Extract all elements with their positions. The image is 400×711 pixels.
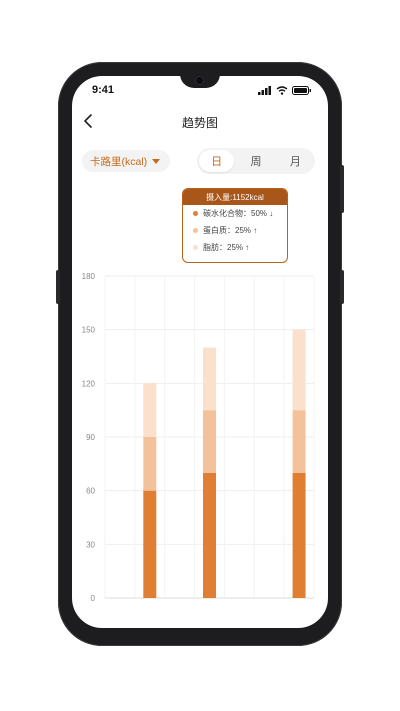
bar-segment (143, 383, 157, 437)
bar-segment (292, 410, 306, 473)
tab-day[interactable]: 日 (199, 150, 235, 172)
x-tick-label: 4 (118, 605, 123, 606)
tab-month[interactable]: 月 (278, 150, 313, 172)
volume-button (56, 270, 60, 304)
bar-segment (203, 472, 216, 598)
screen: 9:41 趋势图 卡路里(kcal) 日 周 月 摄入量:1152kcal 碳水… (72, 76, 328, 628)
x-tick-label: 6 (177, 605, 182, 606)
wifi-icon (276, 86, 288, 95)
y-tick-label: 30 (86, 540, 95, 549)
intake-tooltip: 摄入量:1152kcal 碳水化合物：50% ↓ 蛋白质：25% ↑ 脂肪：25… (182, 188, 288, 263)
power-button (340, 165, 344, 213)
range-tabs: 日 周 月 (197, 148, 315, 174)
tooltip-title: 摄入量:1152kcal (183, 189, 287, 205)
tab-week[interactable]: 周 (238, 150, 273, 172)
bar-segment (292, 472, 306, 598)
chevron-down-icon (152, 158, 161, 164)
x-tick-label: 8 (237, 605, 242, 606)
y-tick-label: 60 (86, 487, 95, 496)
tooltip-row-protein: 蛋白质：25% ↑ (183, 222, 287, 239)
tooltip-row-label: 蛋白质：25% ↑ (203, 226, 258, 235)
tooltip-row-fat: 脂肪：25% ↑ (183, 239, 287, 256)
y-tick-label: 180 (82, 272, 96, 281)
page-title: 趋势图 (181, 116, 218, 130)
bar-segment (203, 410, 216, 473)
y-tick-label: 90 (86, 433, 95, 442)
metric-dropdown[interactable]: 卡路里(kcal) (82, 150, 170, 172)
bar-segment (203, 347, 216, 411)
tooltip-row-carb: 碳水化合物：50% ↓ (183, 205, 287, 222)
nav-bar: 趋势图 (72, 112, 328, 134)
fat-dot-icon (193, 245, 198, 250)
x-tick-label: 7 (207, 605, 212, 606)
bar-segment (143, 490, 157, 598)
bar-segment (143, 437, 157, 491)
tooltip-row-label: 碳水化合物：50% ↓ (203, 209, 274, 218)
side-button (340, 270, 344, 304)
signal-icon (258, 86, 271, 95)
x-tick-label: 5 (147, 605, 152, 606)
tooltip-row-label: 脂肪：25% ↑ (203, 243, 250, 252)
metric-dropdown-label: 卡路里(kcal) (90, 155, 148, 168)
bar-segment (292, 329, 306, 411)
camera-icon (195, 76, 204, 85)
y-tick-label: 0 (91, 594, 96, 603)
y-tick-label: 120 (82, 379, 96, 388)
carb-dot-icon (193, 211, 198, 216)
x-tick-label: 9 (267, 605, 272, 606)
y-tick-label: 150 (82, 326, 96, 335)
battery-icon (292, 86, 311, 95)
trend-chart: 0 30 60 90 120 150 180 4 5 6 7 8 9 10 (82, 272, 315, 606)
protein-dot-icon (193, 228, 198, 233)
status-icons (258, 86, 312, 95)
x-tick-label: 10 (294, 605, 304, 606)
status-time: 9:41 (92, 84, 115, 96)
